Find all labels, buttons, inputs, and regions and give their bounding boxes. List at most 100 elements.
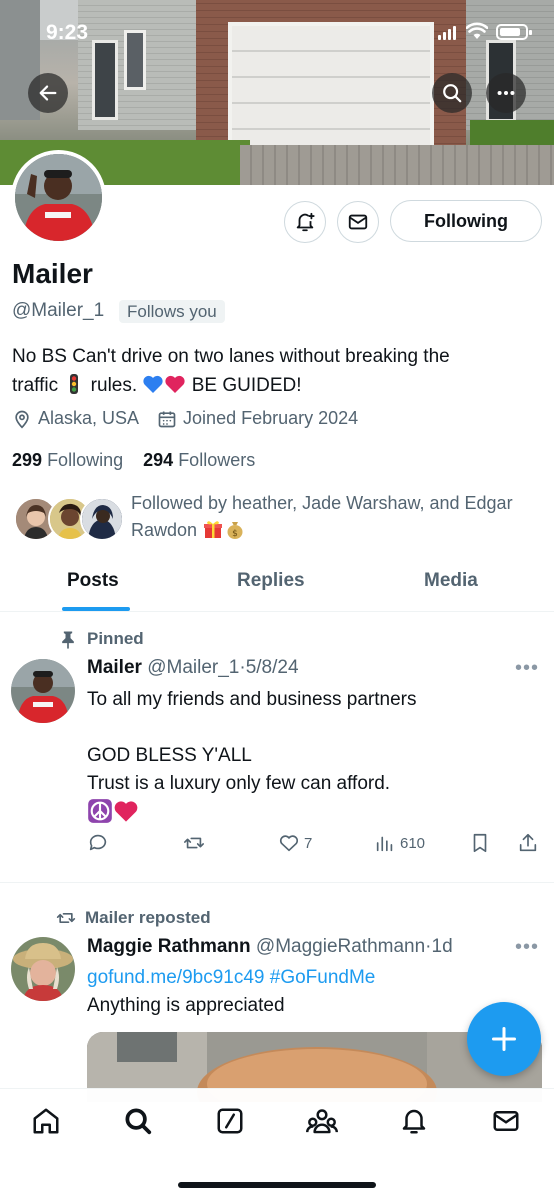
followed-by-names: Followed by heather, Jade Warshaw, and E… [131,493,513,540]
back-button[interactable] [28,73,68,113]
follower-avatar [80,497,124,541]
more-options-button[interactable] [486,73,526,113]
reposted-label[interactable]: Mailer reposted [56,908,211,928]
following-link[interactable]: 299 Following [12,450,123,470]
profile-joined: Joined February 2024 [183,408,359,428]
message-button[interactable] [337,201,379,243]
peace-symbol-emoji-icon [88,799,112,823]
post-emojis [87,798,417,829]
tab-replies[interactable]: Replies [237,570,305,592]
post-more-button[interactable]: ••• [515,657,539,680]
repost-text-line2: Anything is appreciated [87,995,285,1016]
messages-icon [493,1111,519,1131]
repost-button[interactable] [183,832,205,854]
views-icon [376,836,393,852]
tab-posts[interactable]: Posts [67,570,119,592]
like-button[interactable]: 7 [278,832,312,854]
banner-driveway [240,145,554,185]
like-icon [279,835,299,852]
followers-count: 294 [143,450,174,470]
retweet-icon [184,837,204,849]
pinned-post-body[interactable]: To all my friends and business partners … [87,686,417,829]
pinned-post-header: Mailer @Mailer_1·5/8/24 [87,657,299,679]
search-icon [443,84,462,103]
compose-post-button[interactable] [467,1002,541,1076]
bookmark-button[interactable] [469,832,491,854]
battery-icon [496,24,532,40]
status-bar: 9:23 [0,0,554,60]
post-author-name[interactable]: Mailer [87,657,142,678]
profile-meta: Alaska, USA Joined February 2024 [12,408,358,429]
repost-author-avatar[interactable] [11,937,75,1001]
nav-notifications[interactable] [398,1105,430,1137]
pinned-post-actions: 7 610 [87,832,547,860]
home-indicator [178,1182,376,1188]
repost-body[interactable]: gofund.me/9bc91c49 #GoFundMe Anything is… [87,964,375,1020]
pinned-text: Pinned [87,629,144,648]
notifications-subscribe-button[interactable] [284,201,326,243]
grok-icon [217,1108,243,1134]
followed-by-avatars[interactable] [14,497,124,543]
profile-location: Alaska, USA [38,408,140,428]
red-heart-emoji-icon [114,801,138,822]
traffic-light-emoji-icon [70,374,79,394]
mail-icon [348,214,368,230]
profile-avatar[interactable] [11,150,106,245]
gofundme-link[interactable]: gofund.me/9bc91c49 [87,967,264,988]
svg-text:$: $ [232,529,238,539]
nav-messages[interactable] [490,1105,522,1137]
home-icon [33,1108,59,1134]
pinned-label: Pinned [58,629,144,649]
bio-text-b: rules. [90,375,138,396]
repost-link-line: gofund.me/9bc91c49 #GoFundMe [87,964,375,992]
post-author-handle[interactable]: @Mailer_1 [147,657,239,678]
profile-tabs: Posts Replies Media [0,560,554,612]
views-button[interactable]: 610 [374,832,425,854]
views-count: 610 [400,834,426,852]
active-tab-indicator [62,607,130,611]
pin-icon [62,631,74,649]
post-divider [0,882,554,883]
share-button[interactable] [517,832,539,854]
gift-emoji-icon [204,521,223,538]
profile-handle: @Mailer_1 [12,300,105,321]
share-icon [519,833,537,852]
retweet-icon [56,913,76,923]
location-pin-icon [15,410,29,429]
reply-button[interactable] [87,832,109,854]
followers-link[interactable]: 294 Followers [143,450,255,470]
followers-label: Followers [178,450,256,470]
post-text-line1: To all my friends and business partners [87,689,417,710]
search-button[interactable] [432,73,472,113]
tab-media[interactable]: Media [424,570,478,592]
following-button[interactable]: Following [390,200,542,242]
gofundme-hashtag[interactable]: #GoFundMe [270,967,376,988]
red-heart-emoji-icon [165,375,186,393]
post-author-avatar[interactable] [11,659,75,723]
profile-bio: No BS Can't drive on two lanes without b… [12,342,542,400]
more-icon [497,90,515,96]
nav-communities[interactable] [306,1105,338,1137]
compose-plus-icon [491,1026,517,1052]
post-date[interactable]: 5/8/24 [246,657,299,678]
repost-time[interactable]: 1d [432,936,453,957]
nav-grok[interactable] [214,1105,246,1137]
calendar-icon [158,411,176,427]
notifications-icon [402,1109,426,1134]
repost-author-name[interactable]: Maggie Rathmann [87,936,251,957]
repost-author-handle[interactable]: @MaggieRathmann [256,936,425,957]
notification-bell-plus-icon [296,212,315,232]
bio-text-c: BE GUIDED! [191,375,302,396]
bookmark-icon [473,833,487,853]
repost-header: Maggie Rathmann @MaggieRathmann·1d [87,936,453,958]
communities-icon [306,1109,338,1134]
repost-more-button[interactable]: ••• [515,936,539,959]
followed-by-text[interactable]: Followed by heather, Jade Warshaw, and E… [131,490,541,544]
nav-home[interactable] [30,1105,62,1137]
wifi-icon [466,22,488,39]
bio-line-1: No BS Can't drive on two lanes without b… [12,346,450,367]
avatar-photo [15,154,102,241]
follow-counts: 299 Following 294 Followers [12,450,255,471]
nav-explore[interactable] [122,1105,154,1137]
bio-text-a: traffic [12,375,59,396]
